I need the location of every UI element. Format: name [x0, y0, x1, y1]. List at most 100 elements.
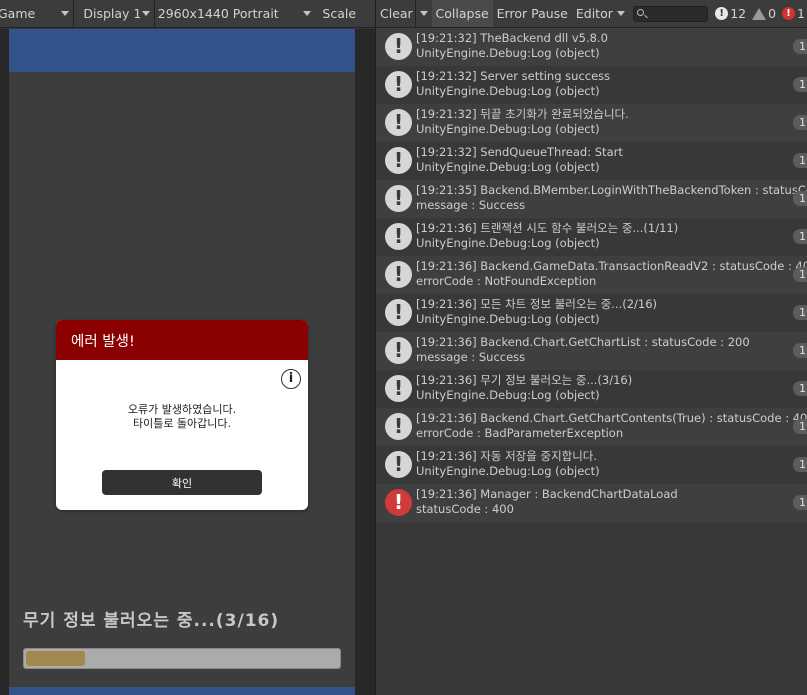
- log-line: [19:21:35] Backend.BMember.LoginWithTheB…: [416, 183, 807, 197]
- log-list: ! [19:21:32] TheBackend dll v5.8.0 UnityEn…: [376, 28, 807, 522]
- log-line: [19:21:32] 뒤끝 초기화가 완료되었습니다.: [416, 107, 629, 121]
- resolution-label: 2960x1440 Portrait: [157, 6, 279, 21]
- log-message: [19:21:36] Backend.Chart.GetChartList : …: [416, 335, 750, 365]
- confirm-button[interactable]: 확인: [102, 470, 262, 495]
- log-entry[interactable]: ! [19:21:36] Backend.Chart.GetChartList :…: [376, 332, 807, 370]
- display-label: Display 1: [83, 6, 142, 21]
- error-count: 1: [797, 6, 805, 21]
- info-icon: !: [385, 299, 412, 326]
- loading-text: 무기 정보 불러오는 중...(3/16): [23, 611, 280, 631]
- log-line: [19:21:36] 모든 차트 정보 불러오는 중...(2/16): [416, 297, 658, 311]
- log-stacktrace-line: UnityEngine.Debug:Log (object): [416, 388, 600, 402]
- log-count-badge: 1: [793, 191, 807, 206]
- search-icon: [636, 8, 644, 16]
- display-dropdown[interactable]: Display 1: [74, 0, 153, 27]
- info-count: 12: [730, 6, 747, 21]
- log-line: [19:21:36] Backend.Chart.GetChartList : …: [416, 335, 750, 349]
- log-stacktrace-line: UnityEngine.Debug:Log (object): [416, 46, 600, 60]
- log-entry[interactable]: ! [19:21:36] Backend.Chart.GetChartConten…: [376, 408, 807, 446]
- log-message: [19:21:36] 무기 정보 불러오는 중...(3/16) UnityEng…: [416, 373, 632, 403]
- dialog-message: 오류가 발생하였습니다. 타이틀로 돌아갑니다.: [56, 403, 308, 431]
- clear-button[interactable]: Clear: [376, 0, 415, 27]
- log-stacktrace-line: errorCode : NotFoundException: [416, 274, 597, 288]
- log-entry[interactable]: ! [19:21:32] 뒤끝 초기화가 완료되었습니다. UnityEngine.…: [376, 104, 807, 142]
- log-stacktrace-line: errorCode : BadParameterException: [416, 426, 624, 440]
- log-count-badge: 1: [793, 457, 807, 472]
- log-entry[interactable]: ! [19:21:32] SendQueueThread: Start UnityE…: [376, 142, 807, 180]
- scale-slider[interactable]: Scale: [315, 0, 375, 27]
- warning-count: 0: [768, 6, 777, 21]
- search-input[interactable]: [632, 5, 709, 22]
- log-entry[interactable]: ! [19:21:36] 모든 차트 정보 불러오는 중...(2/16) Unit…: [376, 294, 807, 332]
- info-icon: !: [385, 109, 412, 136]
- top-banner: [9, 29, 355, 72]
- log-entry[interactable]: ! [19:21:32] Server setting success UnityE…: [376, 66, 807, 104]
- warning-filter-toggle[interactable]: 0: [749, 6, 779, 21]
- info-icon: !: [385, 223, 412, 250]
- log-line: [19:21:32] SendQueueThread: Start: [416, 145, 623, 159]
- view-dropdown[interactable]: Game: [0, 0, 73, 27]
- log-entry[interactable]: ! [19:21:36] 자동 저장을 중지합니다. UnityEngine.Deb…: [376, 446, 807, 484]
- log-message: [19:21:36] 자동 저장을 중지합니다. UnityEngine.Debu…: [416, 449, 600, 479]
- editor-dropdown[interactable]: Editor: [572, 0, 629, 27]
- log-message: [19:21:32] SendQueueThread: Start UnityEn…: [416, 145, 623, 175]
- chevron-down-icon: [141, 10, 150, 16]
- error-pause-toggle[interactable]: Error Pause: [493, 0, 572, 27]
- dialog-title: 에러 발생!: [71, 333, 135, 350]
- log-line: [19:21:36] Manager : BackendChartDataLoa…: [416, 487, 678, 501]
- console-window: Clear Collapse Error Pause Editor ! 12 0…: [375, 0, 807, 695]
- log-count-badge: 1: [793, 39, 807, 54]
- log-stacktrace-line: UnityEngine.Debug:Log (object): [416, 160, 600, 174]
- error-icon: !: [782, 7, 796, 20]
- log-entry[interactable]: ! [19:21:36] 트랜잭션 시도 함수 불러오는 중...(1/11) Un…: [376, 218, 807, 256]
- progress-bar: [23, 648, 341, 669]
- log-count-badge: 1: [793, 419, 807, 434]
- log-line: [19:21:32] TheBackend dll v5.8.0: [416, 31, 608, 45]
- editor-label: Editor: [575, 6, 613, 21]
- info-icon: !: [385, 337, 412, 364]
- bottom-banner: [9, 687, 355, 695]
- log-entry[interactable]: ! [19:21:36] 무기 정보 불러오는 중...(3/16) UnityEn…: [376, 370, 807, 408]
- error-icon: !: [385, 489, 412, 516]
- clear-options-dropdown[interactable]: [416, 0, 432, 27]
- log-count-badge: 1: [793, 153, 807, 168]
- info-icon: !: [385, 147, 412, 174]
- game-toolbar: Game Display 1 2960x1440 Portrait Scale: [0, 0, 375, 28]
- resolution-dropdown[interactable]: 2960x1440 Portrait: [155, 0, 316, 27]
- log-message: [19:21:32] TheBackend dll v5.8.0 UnityEng…: [416, 31, 608, 61]
- log-line: [19:21:36] Backend.Chart.GetChartContent…: [416, 411, 807, 425]
- info-filter-toggle[interactable]: ! 12: [712, 6, 749, 21]
- log-entry[interactable]: ! [19:21:36] Manager : BackendChartDataLo…: [376, 484, 807, 522]
- log-stacktrace-line: UnityEngine.Debug:Log (object): [416, 122, 600, 136]
- warning-icon: [752, 7, 767, 20]
- info-icon: !: [385, 451, 412, 478]
- log-count-badge: 1: [793, 77, 807, 92]
- log-count-badge: 1: [793, 229, 807, 244]
- collapse-toggle[interactable]: Collapse: [431, 0, 493, 27]
- dialog-header: 에러 발생!: [56, 320, 308, 360]
- log-count-badge: 1: [793, 495, 807, 510]
- log-stacktrace-line: statusCode : 400: [416, 502, 514, 516]
- info-icon: !: [385, 33, 412, 60]
- scale-label: Scale: [322, 6, 357, 21]
- log-count-badge: 1: [793, 381, 807, 396]
- log-stacktrace-line: UnityEngine.Debug:Log (object): [416, 236, 600, 250]
- log-line: [19:21:32] Server setting success: [416, 69, 611, 83]
- log-message: [19:21:36] Manager : BackendChartDataLoa…: [416, 487, 678, 517]
- log-message: [19:21:36] 트랜잭션 시도 함수 불러오는 중...(1/11) Uni…: [416, 221, 678, 251]
- log-stacktrace-line: message : Success: [416, 198, 526, 212]
- info-icon: !: [385, 71, 412, 98]
- error-dialog: 에러 발생! i 오류가 발생하였습니다. 타이틀로 돌아갑니다. 확인: [56, 320, 308, 510]
- error-pause-label: Error Pause: [496, 6, 568, 21]
- log-count-badge: 1: [793, 115, 807, 130]
- log-line: [19:21:36] 트랜잭션 시도 함수 불러오는 중...(1/11): [416, 221, 679, 235]
- error-filter-toggle[interactable]: ! 1: [779, 6, 807, 21]
- log-message: [19:21:32] 뒤끝 초기화가 완료되었습니다. UnityEngine.D…: [416, 107, 629, 137]
- log-entry[interactable]: ! [19:21:32] TheBackend dll v5.8.0 UnityEn…: [376, 28, 807, 66]
- dialog-message-line: 오류가 발생하였습니다.: [127, 403, 237, 416]
- log-entry[interactable]: ! [19:21:35] Backend.BMember.LoginWithThe…: [376, 180, 807, 218]
- log-message: [19:21:36] Backend.GameData.TransactionR…: [416, 259, 807, 289]
- info-icon[interactable]: i: [281, 369, 301, 389]
- log-entry[interactable]: ! [19:21:36] Backend.GameData.Transaction…: [376, 256, 807, 294]
- log-line: [19:21:36] 무기 정보 불러오는 중...(3/16): [416, 373, 633, 387]
